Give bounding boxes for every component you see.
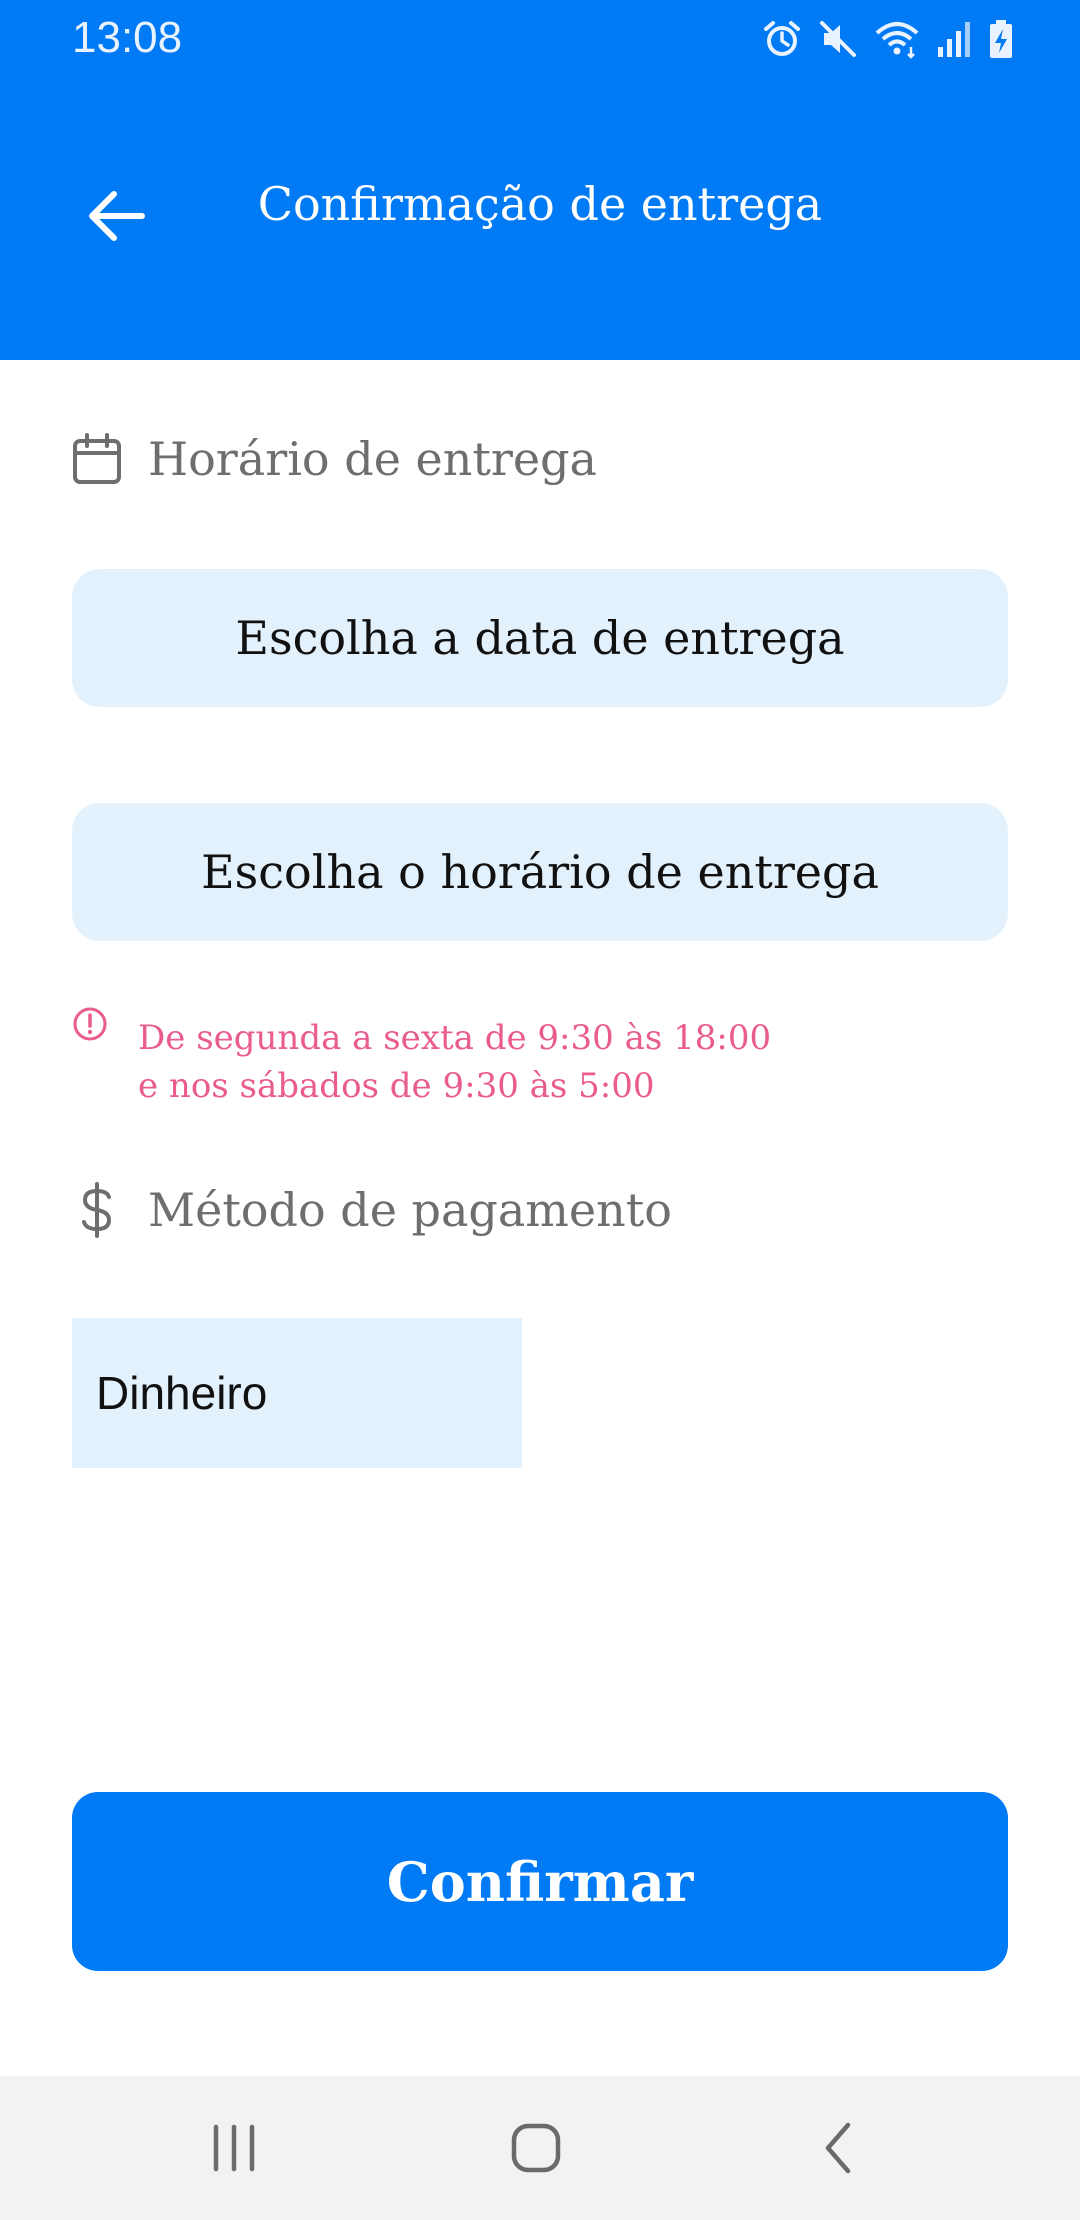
calendar-icon [73, 433, 121, 484]
alarm-icon [764, 21, 800, 56]
payment-method-label: Método de pagamento [148, 1183, 672, 1237]
home-button[interactable] [456, 2076, 616, 2220]
notice-line-1: De segunda a sexta de 9:30 às 18:00 [138, 1018, 772, 1058]
recents-icon [213, 2124, 255, 2172]
back-icon [825, 2122, 851, 2174]
back-nav-button[interactable] [758, 2076, 918, 2220]
system-nav-bar [0, 2076, 1080, 2220]
status-time: 13:08 [72, 13, 183, 62]
signal-icon [938, 22, 970, 57]
mute-icon [820, 21, 856, 57]
payment-method-select[interactable]: Dinheiro [72, 1318, 522, 1468]
confirm-button[interactable]: Confirmar [72, 1792, 1008, 1971]
delivery-time-header: Horário de entrega [72, 432, 597, 486]
payment-method-header: Método de pagamento [72, 1182, 672, 1238]
notice-text: De segunda a sexta de 9:30 às 18:00 e no… [138, 1014, 771, 1110]
home-icon [511, 2123, 561, 2173]
status-icons [762, 14, 1014, 64]
recents-button[interactable] [154, 2076, 314, 2220]
alert-circle-icon [73, 1007, 107, 1041]
dollar-icon [82, 1182, 112, 1238]
battery-charging-icon [990, 20, 1012, 58]
delivery-time-label: Horário de entrega [148, 432, 597, 486]
page-title: Confirmação de entrega [257, 177, 823, 231]
choose-date-button[interactable]: Escolha a data de entrega [72, 569, 1008, 707]
choose-time-button[interactable]: Escolha o horário de entrega [72, 803, 1008, 941]
delivery-hours-notice: De segunda a sexta de 9:30 às 18:00 e no… [72, 1006, 771, 1110]
wifi-icon [875, 22, 919, 59]
app-bar: 13:08 Confirmação de entrega [0, 0, 1080, 360]
notice-line-2: e nos sábados de 9:30 às 5:00 [138, 1066, 655, 1106]
